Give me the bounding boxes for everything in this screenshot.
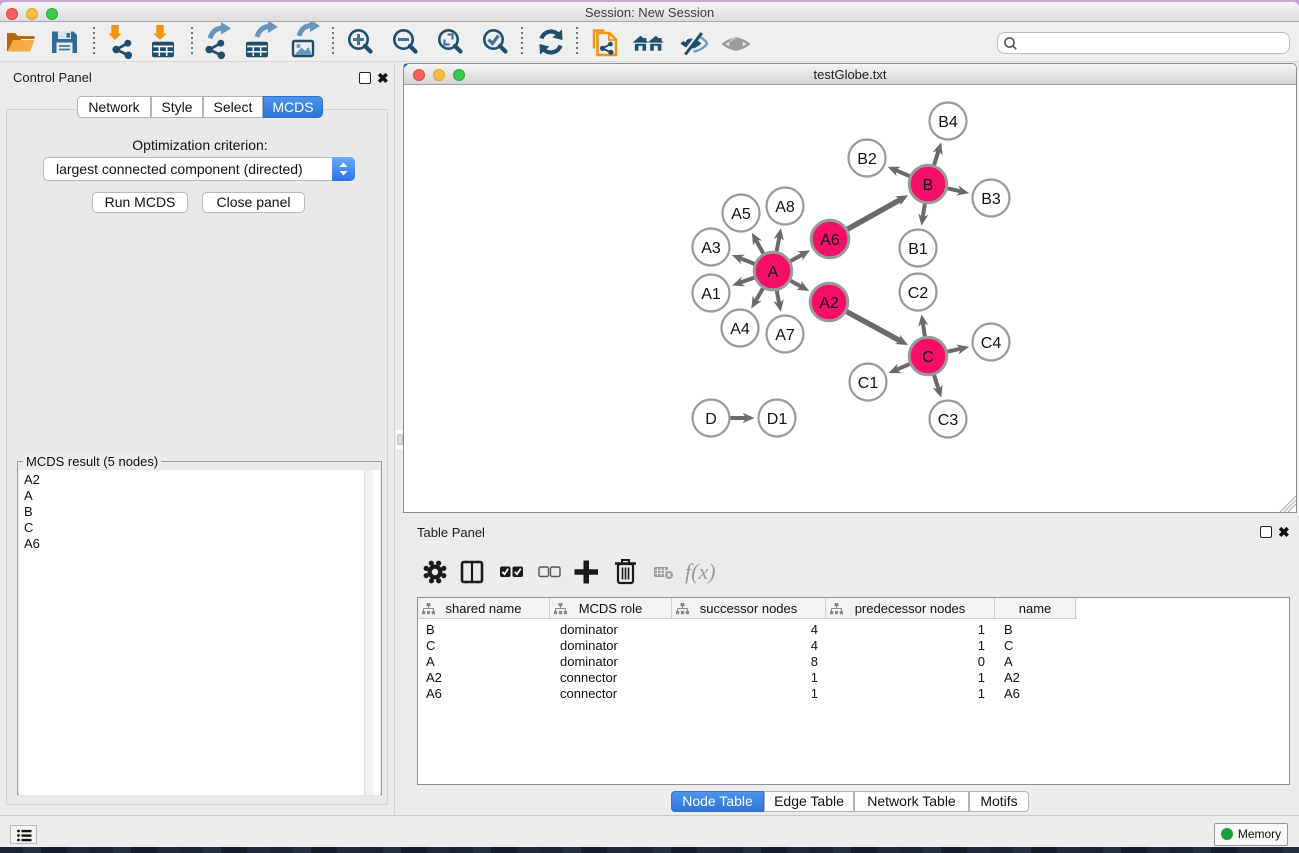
svg-text:A2: A2 (819, 295, 839, 312)
svg-text:D: D (705, 411, 717, 428)
svg-text:A6: A6 (820, 232, 840, 249)
svg-text:A4: A4 (730, 321, 750, 338)
svg-text:A8: A8 (775, 199, 795, 216)
svg-text:C1: C1 (858, 375, 879, 392)
svg-text:A3: A3 (701, 240, 721, 257)
svg-text:A: A (768, 264, 779, 281)
svg-text:B: B (923, 177, 934, 194)
svg-text:A7: A7 (775, 327, 795, 344)
svg-text:f(x): f(x) (685, 559, 716, 584)
svg-text:B3: B3 (981, 191, 1001, 208)
svg-text:D1: D1 (767, 411, 788, 428)
svg-text:B1: B1 (908, 241, 928, 258)
svg-text:C4: C4 (981, 335, 1002, 352)
svg-text:A1: A1 (701, 286, 721, 303)
svg-text:B2: B2 (857, 151, 877, 168)
svg-text:C: C (922, 349, 934, 366)
svg-text:C2: C2 (908, 285, 929, 302)
svg-text:B4: B4 (938, 114, 958, 131)
svg-text:A5: A5 (731, 206, 751, 223)
svg-text:C3: C3 (938, 412, 959, 429)
